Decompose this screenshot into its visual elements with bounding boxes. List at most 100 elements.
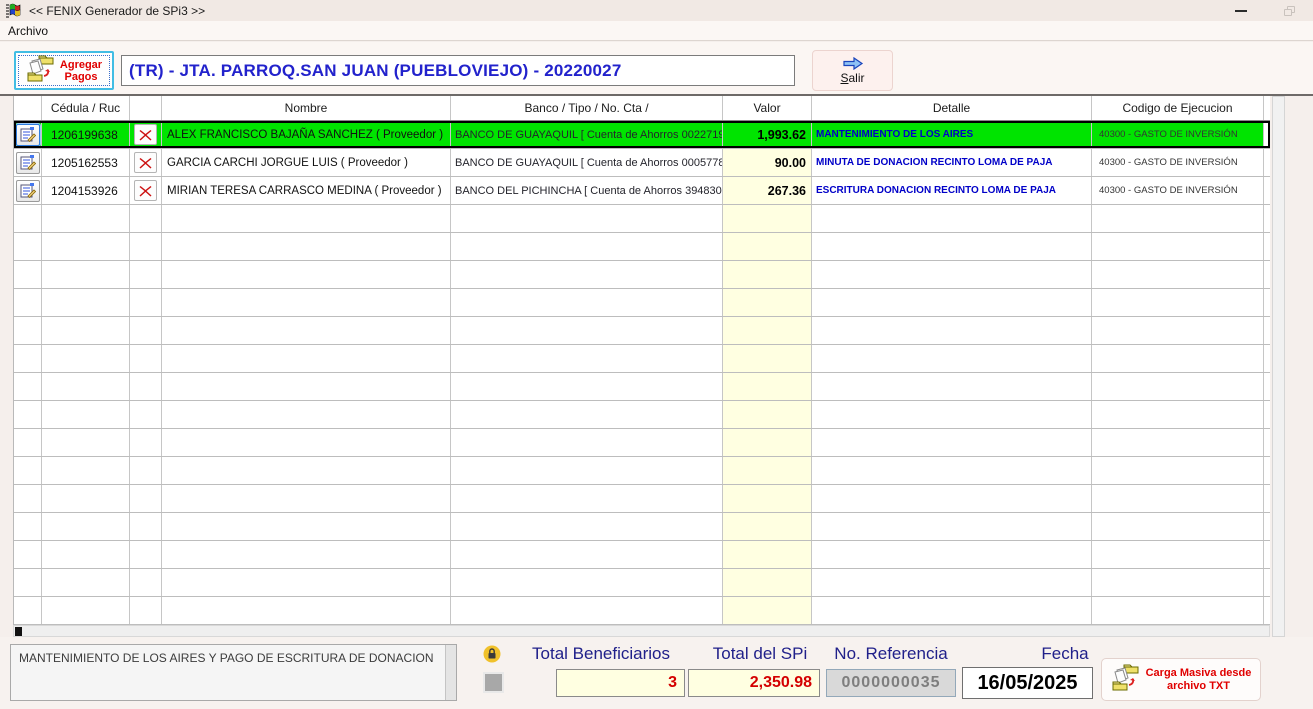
cell-edit bbox=[14, 597, 42, 624]
cell-codigo bbox=[1092, 345, 1264, 372]
delete-row-button[interactable] bbox=[134, 124, 157, 145]
cell-valor: 267.36 bbox=[723, 177, 812, 204]
cell-detalle bbox=[812, 513, 1092, 540]
cell-edit bbox=[14, 373, 42, 400]
cell-delete bbox=[130, 233, 162, 260]
cell-valor bbox=[723, 233, 812, 260]
delete-row-button[interactable] bbox=[134, 180, 157, 201]
cell-banco bbox=[451, 205, 723, 232]
delete-icon bbox=[139, 185, 152, 196]
restore-button[interactable] bbox=[1266, 0, 1312, 21]
cell-detalle bbox=[812, 205, 1092, 232]
column-header-x[interactable] bbox=[130, 96, 162, 120]
cell-banco: BANCO DEL PICHINCHA [ Cuenta de Ahorros … bbox=[451, 177, 723, 204]
column-header-valor[interactable]: Valor bbox=[723, 96, 812, 120]
column-header-detalle[interactable]: Detalle bbox=[812, 96, 1092, 120]
empty-table-row bbox=[14, 373, 1270, 401]
minimize-button[interactable] bbox=[1218, 0, 1264, 21]
cell-delete bbox=[130, 597, 162, 624]
cell-cedula bbox=[42, 345, 130, 372]
delete-icon bbox=[139, 129, 152, 140]
total-beneficiarios-label: Total Beneficiarios bbox=[532, 644, 670, 663]
cell-nombre bbox=[162, 205, 451, 232]
table-row[interactable]: 1206199638 ALEX FRANCISCO BAJAÑA SANCHEZ… bbox=[14, 121, 1270, 149]
cell-nombre bbox=[162, 569, 451, 596]
empty-table-row bbox=[14, 569, 1270, 597]
cell-codigo: 40300 - GASTO DE INVERSIÓN bbox=[1092, 149, 1264, 176]
cell-delete bbox=[130, 177, 162, 204]
carga-masiva-button[interactable]: Carga Masiva desde archivo TXT bbox=[1101, 658, 1261, 701]
cell-cedula bbox=[42, 373, 130, 400]
cell-delete bbox=[130, 149, 162, 176]
cell-valor bbox=[723, 429, 812, 456]
cell-codigo bbox=[1092, 541, 1264, 568]
cell-nombre bbox=[162, 401, 451, 428]
empty-table-row bbox=[14, 317, 1270, 345]
column-header-icon[interactable] bbox=[14, 96, 42, 120]
agregar-pagos-button[interactable]: Agregar Pagos bbox=[14, 51, 114, 90]
total-spi-label: Total del SPi bbox=[712, 644, 808, 663]
delete-icon bbox=[139, 157, 152, 168]
cell-codigo bbox=[1092, 401, 1264, 428]
cell-cedula: 1204153926 bbox=[42, 177, 130, 204]
agregar-label-line1: Agregar bbox=[59, 58, 103, 71]
cell-detalle bbox=[812, 457, 1092, 484]
horizontal-scrollbar[interactable] bbox=[13, 625, 1270, 637]
cell-nombre bbox=[162, 513, 451, 540]
cell-edit bbox=[14, 401, 42, 428]
cell-nombre bbox=[162, 541, 451, 568]
column-header-codigo[interactable]: Codigo de Ejecucion bbox=[1092, 96, 1264, 120]
delete-row-button[interactable] bbox=[134, 152, 157, 173]
cell-banco bbox=[451, 401, 723, 428]
cell-cedula bbox=[42, 569, 130, 596]
carga-label-line2: archivo TXT bbox=[1167, 679, 1230, 692]
cell-valor bbox=[723, 345, 812, 372]
column-header-banco[interactable]: Banco / Tipo / No. Cta / bbox=[451, 96, 723, 120]
cell-detalle bbox=[812, 233, 1092, 260]
menu-archivo[interactable]: Archivo bbox=[0, 24, 56, 38]
cell-codigo bbox=[1092, 261, 1264, 288]
salir-button[interactable]: Salir bbox=[812, 50, 893, 91]
cell-edit bbox=[14, 205, 42, 232]
cell-edit bbox=[14, 289, 42, 316]
edit-row-button[interactable] bbox=[15, 123, 40, 146]
cell-banco bbox=[451, 317, 723, 344]
cell-codigo bbox=[1092, 373, 1264, 400]
document-title-field[interactable]: (TR) - JTA. PARROQ.SAN JUAN (PUEBLOVIEJO… bbox=[121, 55, 795, 86]
vertical-scrollbar[interactable] bbox=[1272, 96, 1285, 637]
cell-nombre bbox=[162, 457, 451, 484]
cell-cedula bbox=[42, 233, 130, 260]
menubar: Archivo bbox=[0, 21, 1313, 41]
cell-detalle bbox=[812, 569, 1092, 596]
cell-cedula bbox=[42, 205, 130, 232]
cell-edit bbox=[14, 541, 42, 568]
edit-record-icon bbox=[20, 127, 36, 142]
column-header-nombre[interactable]: Nombre bbox=[162, 96, 451, 120]
table-row[interactable]: 1205162553 GARCIA CARCHI JORGUE LUIS ( P… bbox=[14, 149, 1270, 177]
footer-panel: MANTENIMIENTO DE LOS AIRES Y PAGO DE ESC… bbox=[0, 637, 1313, 709]
fecha-field[interactable]: 16/05/2025 bbox=[962, 667, 1093, 699]
cell-edit bbox=[14, 569, 42, 596]
table-row[interactable]: 1204153926 MIRIAN TERESA CARRASCO MEDINA… bbox=[14, 177, 1270, 205]
color-indicator-button[interactable] bbox=[483, 672, 504, 693]
cell-codigo bbox=[1092, 289, 1264, 316]
cell-delete bbox=[130, 261, 162, 288]
empty-table-row bbox=[14, 261, 1270, 289]
cell-banco bbox=[451, 541, 723, 568]
cell-delete bbox=[130, 569, 162, 596]
edit-row-button[interactable] bbox=[15, 151, 40, 174]
empty-table-row bbox=[14, 457, 1270, 485]
cell-valor bbox=[723, 317, 812, 344]
agregar-pagos-icon bbox=[26, 53, 56, 88]
edit-row-button[interactable] bbox=[15, 179, 40, 202]
cell-edit bbox=[14, 149, 42, 176]
cell-valor bbox=[723, 541, 812, 568]
column-header-cedula[interactable]: Cédula / Ruc bbox=[42, 96, 130, 120]
cell-edit bbox=[14, 485, 42, 512]
horizontal-scrollbar-thumb[interactable] bbox=[15, 627, 22, 636]
cell-cedula: 1205162553 bbox=[42, 149, 130, 176]
observacion-textarea[interactable]: MANTENIMIENTO DE LOS AIRES Y PAGO DE ESC… bbox=[10, 644, 457, 701]
cell-cedula bbox=[42, 261, 130, 288]
payments-grid: Cédula / Ruc Nombre Banco / Tipo / No. Cta… bbox=[13, 96, 1270, 625]
observacion-scrollbar[interactable] bbox=[445, 645, 456, 700]
